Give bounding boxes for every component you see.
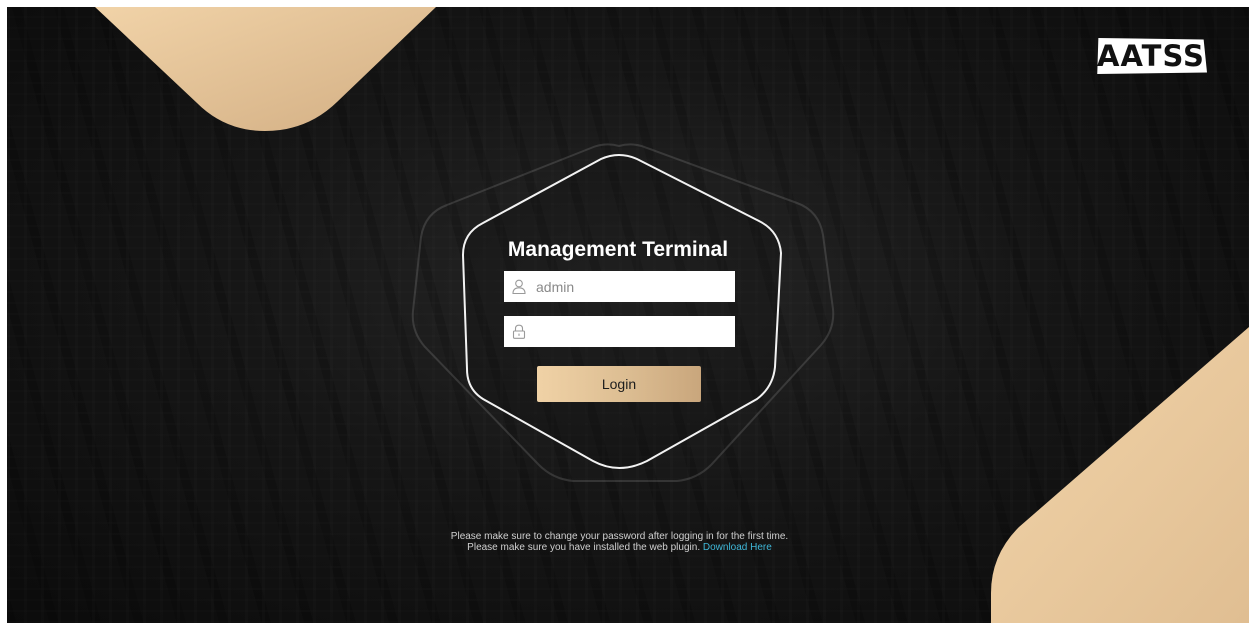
notice-line-plugin: Please make sure you have installed the … — [407, 542, 832, 553]
user-icon — [512, 279, 526, 294]
login-notice: Please make sure to change your password… — [407, 531, 832, 553]
gold-corner-top-left — [95, 7, 436, 131]
login-hexagon-frame — [461, 154, 783, 469]
download-plugin-link[interactable]: Download Here — [703, 542, 772, 553]
page-title: Management Terminal — [507, 238, 729, 261]
notice-line-password: Please make sure to change your password… — [450, 531, 789, 542]
username-field[interactable] — [504, 271, 735, 302]
lock-icon — [512, 324, 526, 339]
password-field[interactable] — [504, 316, 735, 347]
login-button[interactable]: Login — [537, 366, 701, 402]
gold-corner-bottom-right — [991, 327, 1249, 623]
login-page: AATSS Management Terminal Login Please m… — [7, 7, 1249, 623]
password-input[interactable] — [536, 316, 731, 347]
username-input[interactable] — [536, 271, 731, 302]
brand-logo: AATSS — [1097, 38, 1207, 74]
notice-plugin-text: Please make sure you have installed the … — [467, 542, 701, 553]
